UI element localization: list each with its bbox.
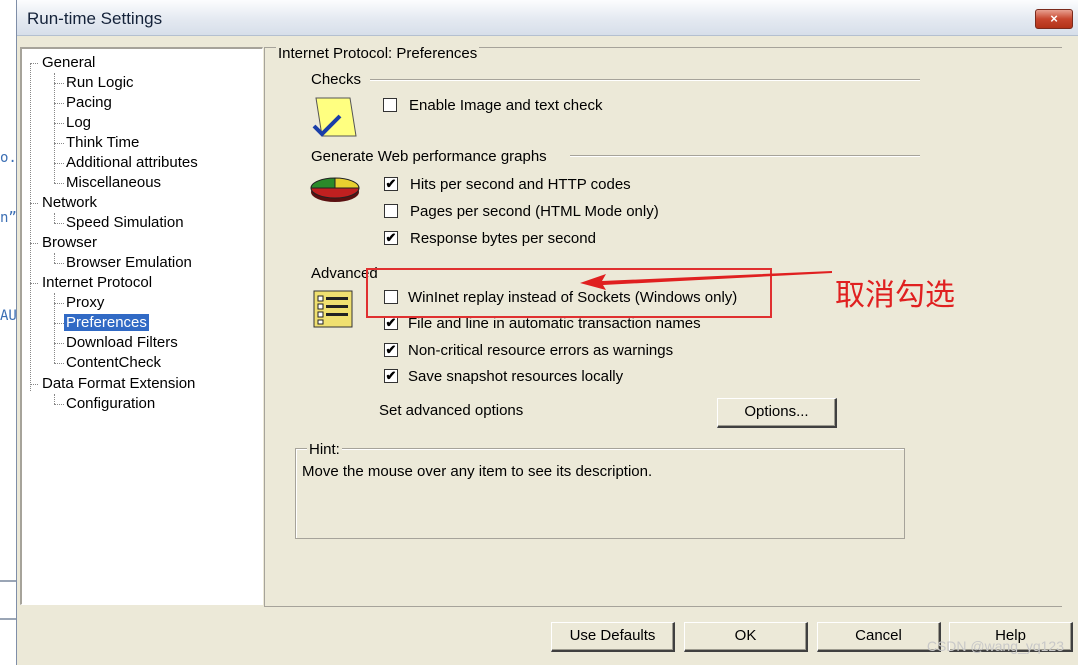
hint-box xyxy=(295,448,905,539)
checkbox-label: Non-critical resource errors as warnings xyxy=(408,342,674,359)
tree-connector xyxy=(54,263,64,264)
tree-item-speed-simulation[interactable]: Speed Simulation xyxy=(66,214,184,231)
tree-item-browser[interactable]: Browser xyxy=(42,234,97,251)
response-bytes-checkbox[interactable]: ✔ xyxy=(384,231,398,245)
annotation-arrow-icon xyxy=(580,271,832,290)
tree-connector xyxy=(54,343,64,344)
section-separator xyxy=(570,155,920,157)
advanced-settings-icon xyxy=(313,290,353,328)
close-button[interactable]: × xyxy=(1035,9,1073,29)
tree-item-network[interactable]: Network xyxy=(42,194,97,211)
tree-item-additional-attributes[interactable]: Additional attributes xyxy=(66,154,198,171)
pages-per-second-checkbox[interactable] xyxy=(384,204,398,218)
check-document-icon xyxy=(312,97,357,137)
tree-item-internet-protocol[interactable]: Internet Protocol xyxy=(42,274,152,291)
tree-connector xyxy=(54,303,64,304)
tree-connector xyxy=(54,73,55,183)
options-button[interactable]: Options... xyxy=(717,398,837,428)
hits-per-second-checkbox[interactable]: ✔ xyxy=(384,177,398,191)
checks-section-label: Checks xyxy=(311,71,368,88)
watermark: CSDN @wang_yq123 xyxy=(926,638,1064,654)
tree-item-preferences[interactable]: Preferences xyxy=(64,314,149,331)
tree-item-download-filters[interactable]: Download Filters xyxy=(66,334,178,351)
use-defaults-button[interactable]: Use Defaults xyxy=(551,622,675,652)
tree-item-proxy[interactable]: Proxy xyxy=(66,294,104,311)
tree-connector xyxy=(54,143,64,144)
file-and-line-checkbox[interactable]: ✔ xyxy=(384,316,398,330)
tree-item-miscellaneous[interactable]: Miscellaneous xyxy=(66,174,161,191)
tree-connector xyxy=(54,183,64,184)
tree-connector xyxy=(54,223,64,224)
non-critical-errors-checkbox[interactable]: ✔ xyxy=(384,343,398,357)
pie-chart-icon xyxy=(310,177,360,202)
background-text: o. xyxy=(0,150,17,166)
tree-connector xyxy=(54,83,64,84)
tree-connector xyxy=(54,163,64,164)
checkbox-label: Save snapshot resources locally xyxy=(408,368,624,385)
tree-connector xyxy=(30,243,38,244)
tree-connector xyxy=(54,363,64,364)
tree-connector xyxy=(54,323,64,324)
checkbox-label: Enable Image and text check xyxy=(409,97,603,114)
background-divider xyxy=(0,618,16,620)
tree-item-data-format-extension[interactable]: Data Format Extension xyxy=(42,375,195,392)
enable-image-text-check-checkbox[interactable] xyxy=(383,98,397,112)
title-bar[interactable]: Run-time Settings × xyxy=(17,0,1078,36)
checkbox-label: Pages per second (HTML Mode only) xyxy=(410,203,659,220)
tree-connector xyxy=(30,203,38,204)
annotation-text: 取消勾选 xyxy=(835,278,955,313)
tree-connector xyxy=(54,253,55,263)
tree-item-run-logic[interactable]: Run Logic xyxy=(66,74,134,91)
background-text: AU xyxy=(0,308,17,324)
tree-connector xyxy=(30,63,31,391)
tree-item-browser-emulation[interactable]: Browser Emulation xyxy=(66,254,192,271)
tree-item-log[interactable]: Log xyxy=(66,114,91,131)
background-divider xyxy=(0,580,16,582)
background-editor: o. n” AU xyxy=(0,0,17,665)
background-text: n” xyxy=(0,210,17,226)
hint-text: Move the mouse over any item to see its … xyxy=(302,463,653,480)
tree-item-general[interactable]: General xyxy=(42,54,95,71)
tree-connector xyxy=(54,123,64,124)
checkbox-label: Response bytes per second xyxy=(410,230,596,247)
hint-label: Hint: xyxy=(307,441,342,458)
tree-connector xyxy=(30,283,38,284)
ok-button[interactable]: OK xyxy=(684,622,808,652)
save-snapshot-checkbox[interactable]: ✔ xyxy=(384,369,398,383)
graphs-section-label: Generate Web performance graphs xyxy=(311,148,553,165)
tree-connector xyxy=(30,384,38,385)
window-title: Run-time Settings xyxy=(27,9,163,28)
tree-item-configuration[interactable]: Configuration xyxy=(66,395,155,412)
tree-connector xyxy=(54,394,55,404)
tree-connector xyxy=(54,103,64,104)
tree-connector xyxy=(54,213,55,223)
checkbox-label: Hits per second and HTTP codes xyxy=(410,176,631,193)
panel-title: Internet Protocol: Preferences xyxy=(276,45,480,62)
set-advanced-options-label: Set advanced options xyxy=(379,402,524,419)
section-separator xyxy=(370,79,920,81)
settings-tree[interactable]: General Run Logic Pacing Log Think Time … xyxy=(20,47,263,605)
cancel-button[interactable]: Cancel xyxy=(817,622,941,652)
tree-item-contentcheck[interactable]: ContentCheck xyxy=(66,354,161,371)
tree-item-pacing[interactable]: Pacing xyxy=(66,94,112,111)
tree-connector xyxy=(30,63,38,64)
tree-item-think-time[interactable]: Think Time xyxy=(66,134,139,151)
close-icon: × xyxy=(1050,11,1058,26)
tree-connector xyxy=(54,404,64,405)
